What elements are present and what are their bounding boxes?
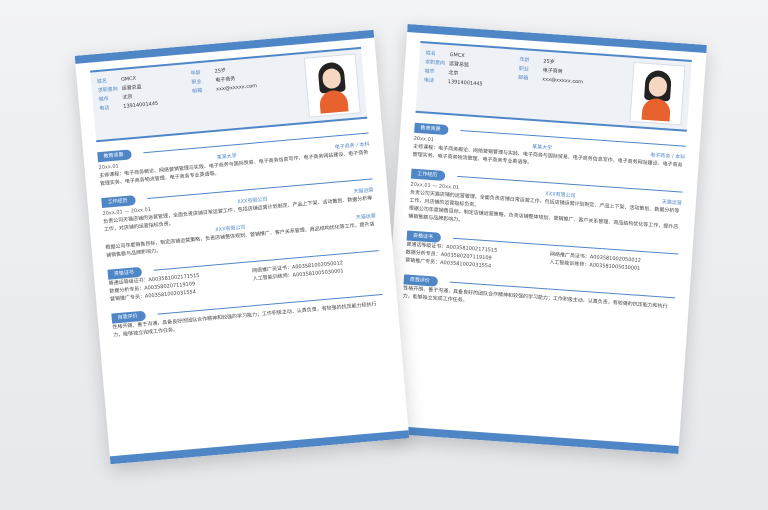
edu-title: 教育背景 bbox=[97, 149, 132, 163]
avatar bbox=[303, 53, 361, 118]
name-value: GMCX bbox=[120, 75, 137, 83]
edu-section: 教育背景 20xx.01 某某大学 电子商务 / 本科 主修课程：电子商务概论、网络… bbox=[412, 122, 686, 178]
email-value: xxx@xxxxx.com bbox=[215, 83, 258, 93]
resume-info-left: 姓名 GMCX 求职意向 运营总监 城市 北京 电话 13914001445 bbox=[96, 75, 159, 112]
resume-sheet-front: 姓名 GMCX 求职意向 运营总监 城市 北京 电话 13914001445 年龄 25岁… bbox=[74, 29, 410, 465]
name-value: GMCX bbox=[449, 52, 465, 60]
self-text: 性格开朗、善于沟通，具备良好的团队合作精神和较强的学习能力；工作积极主动、认真负… bbox=[402, 285, 668, 310]
phone-value: 13914001445 bbox=[123, 100, 159, 110]
edu-title: 教育背景 bbox=[414, 122, 449, 136]
job-target-value: 运营总监 bbox=[448, 61, 470, 69]
work-title: 工作经历 bbox=[410, 168, 446, 182]
age-value: 25岁 bbox=[214, 67, 227, 75]
work-section: 工作经历 20xx.01 — 20xx.01 XXX有限公司 天猫运营 负责公司天猫… bbox=[408, 168, 683, 240]
phone-value: 13914001445 bbox=[447, 78, 483, 88]
cert-section: 资格证书 普通话等级证书：A003581002171515 数据分析专员：A00… bbox=[405, 230, 679, 284]
city-value: 北京 bbox=[122, 93, 133, 101]
city-value: 北京 bbox=[448, 70, 459, 77]
self-section: 自我评价 性格开朗、善于沟通，具备良好的团队合作精神和较强的学习能力；工作积极主… bbox=[402, 274, 676, 319]
work-section: 工作经历 20xx.01 — 20xx.01 XXX有限公司 天猫运营 负责公司天猫… bbox=[101, 174, 377, 259]
resume-sheet-back: 姓名 GMCX 求职意向 运营总监 城市 北京 电话 13914001445 年龄 25岁… bbox=[379, 24, 707, 454]
age-value: 25岁 bbox=[543, 58, 555, 66]
email-value: xxx@xxxxx.com bbox=[541, 76, 584, 86]
avatar bbox=[629, 61, 686, 126]
resume-info-right: 年龄 25岁 职业 电子商务 邮箱 xxx@xxxxx.com bbox=[190, 67, 258, 95]
resume-info-left: 姓名 GMCX 求职意向 运营总监 城市 北京 电话 13914001445 bbox=[423, 50, 483, 88]
resume-header: 姓名 GMCX 求职意向 运营总监 城市 北京 电话 13914001445 年龄 25岁… bbox=[90, 46, 368, 143]
career-value: 电子商务 bbox=[542, 67, 563, 75]
resume-info-right: 年龄 25岁 职业 电子商务 邮箱 xxx@xxxxx.com bbox=[517, 56, 584, 86]
resume-header: 姓名 GMCX 求职意向 运营总监 城市 北京 电话 13914001445 年龄 25岁… bbox=[415, 40, 692, 132]
career-value: 电子商务 bbox=[215, 75, 236, 84]
job-target-value: 运营总监 bbox=[121, 84, 142, 92]
work-title: 工作经历 bbox=[101, 195, 136, 209]
